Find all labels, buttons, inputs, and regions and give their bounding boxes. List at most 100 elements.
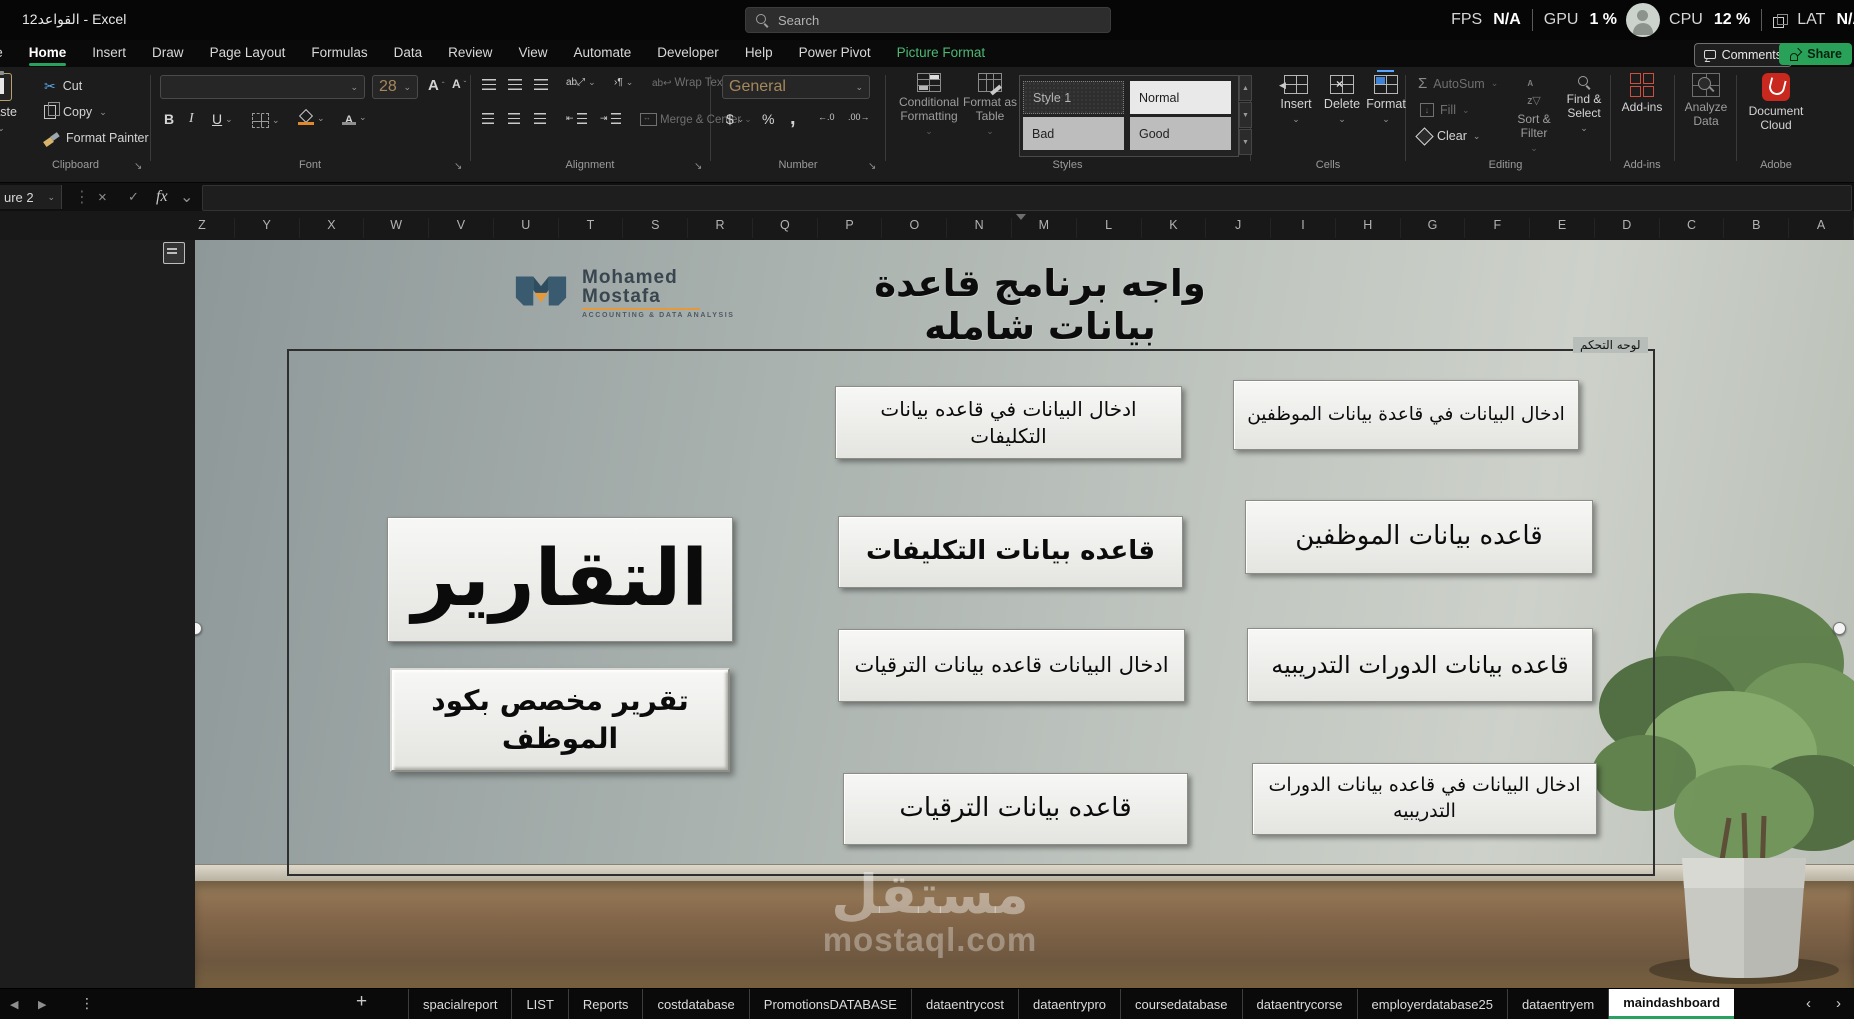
gallery-down-icon[interactable]: ▼ (1239, 102, 1252, 128)
column-header-Q[interactable]: Q (753, 218, 818, 238)
ribbon-tab-developer[interactable]: Developer (644, 40, 732, 67)
sheet-tab-dataentrypro[interactable]: dataentrypro (1019, 989, 1121, 1019)
wrap-text-button[interactable]: ab↩Wrap Text (652, 77, 726, 89)
tab-scroll-left-icon[interactable]: ‹ (1806, 995, 1811, 1012)
sheet-tab-list[interactable]: LIST (512, 989, 568, 1019)
column-header-E[interactable]: E (1530, 218, 1595, 238)
fill-button[interactable]: ↓ Fill⌄ (1420, 103, 1470, 117)
clear-button[interactable]: Clear⌄ (1418, 129, 1480, 143)
dashboard-button-col_left-2[interactable]: تقرير مخصص بكود الموظف (390, 668, 730, 772)
italic-button[interactable]: I (189, 111, 194, 127)
align-center-button[interactable] (508, 113, 520, 124)
dashboard-button-col_mid-4[interactable]: قاعده بيانات الترقيات (843, 773, 1188, 845)
align-bottom-button[interactable] (534, 79, 548, 90)
ribbon-tab-view[interactable]: View (505, 40, 560, 67)
column-header-P[interactable]: P (818, 218, 883, 238)
text-direction-button[interactable]: ›¶⌄ (614, 77, 633, 88)
share-button[interactable]: Share (1779, 43, 1852, 65)
column-header-H[interactable]: H (1336, 218, 1401, 238)
number-format-select[interactable]: General ⌄ (722, 75, 870, 99)
format-painter-button[interactable]: Format Painter (44, 131, 149, 145)
column-header-L[interactable]: L (1077, 218, 1142, 238)
column-header-F[interactable]: F (1465, 218, 1530, 238)
column-header-O[interactable]: O (882, 218, 947, 238)
decrease-indent-button[interactable]: ⇤ (566, 113, 587, 124)
format-as-table-button[interactable]: Format as Table⌄ (962, 73, 1018, 137)
column-header-Z[interactable]: Z (170, 218, 235, 238)
sheet-tab-maindashboard[interactable]: maindashboard (1609, 989, 1734, 1019)
format-cells-button[interactable]: Format⌄ (1362, 75, 1410, 125)
sheet-tab-promotionsdatabase[interactable]: PromotionsDATABASE (750, 989, 912, 1019)
column-header-V[interactable]: V (429, 218, 494, 238)
font-name-select[interactable]: ⌄ (160, 75, 365, 99)
insert-cells-button[interactable]: ◀Insert⌄ (1272, 75, 1320, 125)
sort-filter-button[interactable]: AZ▽ Sort & Filter⌄ (1510, 73, 1558, 154)
ribbon-tab-automate[interactable]: Automate (560, 40, 644, 67)
ribbon-tab-file[interactable]: File (0, 40, 16, 67)
chevron-down-icon[interactable]: ⌄ (180, 183, 193, 211)
sheet-tab-dataentrycorse[interactable]: dataentrycorse (1243, 989, 1358, 1019)
column-header-B[interactable]: B (1724, 218, 1789, 238)
autosum-button[interactable]: Σ AutoSum⌄ (1418, 75, 1498, 92)
column-header-D[interactable]: D (1595, 218, 1660, 238)
selection-handle-left[interactable] (195, 622, 202, 635)
orientation-button[interactable]: ab⤢⌄ (566, 77, 596, 88)
document-cloud-button[interactable]: Document Cloud (1742, 73, 1810, 132)
decrease-decimal-button[interactable]: .00→ (848, 113, 870, 122)
ribbon-tab-insert[interactable]: Insert (79, 40, 139, 67)
cancel-icon[interactable]: × (98, 183, 107, 211)
cell-style-bad[interactable]: Bad (1023, 117, 1124, 150)
ribbon-tab-review[interactable]: Review (435, 40, 505, 67)
dashboard-button-col_mid-1[interactable]: ادخال البيانات في قاعده بيانات التكليفات (835, 386, 1182, 459)
gallery-up-icon[interactable]: ▲ (1239, 75, 1252, 101)
gallery-more-icon[interactable]: ▼ (1239, 129, 1252, 155)
sheet-nav-menu-icon[interactable]: ⋮ (80, 995, 94, 1012)
comments-button[interactable]: Comments (1694, 43, 1792, 67)
comma-button[interactable]: , (790, 107, 796, 130)
column-header-R[interactable]: R (688, 218, 753, 238)
cell-style-normal[interactable]: Normal (1130, 81, 1231, 114)
clipboard-dialog-launcher[interactable]: ↘ (134, 161, 142, 172)
paste-button[interactable]: Paste ⌄ (0, 73, 32, 157)
ribbon-tab-home[interactable]: Home (16, 40, 80, 67)
copy-button[interactable]: Copy ⌄ (44, 105, 107, 119)
alignment-dialog-launcher[interactable]: ↘ (694, 161, 702, 172)
column-header-K[interactable]: K (1142, 218, 1207, 238)
ribbon-tab-draw[interactable]: Draw (139, 40, 197, 67)
dashboard-button-col_right-3[interactable]: قاعده بيانات الدورات التدريبيه (1247, 628, 1593, 702)
search-box[interactable]: Search (745, 7, 1111, 33)
dashboard-button-col_right-4[interactable]: ادخال البيانات في قاعده بيانات الدورات ا… (1252, 763, 1597, 835)
cut-button[interactable]: ✂ Cut (44, 79, 82, 93)
font-size-select[interactable]: 28 ⌄ (372, 75, 418, 99)
sheet-tab-reports[interactable]: Reports (569, 989, 644, 1019)
ribbon-tab-formulas[interactable]: Formulas (298, 40, 380, 67)
sheet-tab-employerdatabase25[interactable]: employerdatabase25 (1358, 989, 1508, 1019)
dashboard-button-col_right-2[interactable]: قاعده بيانات الموظفين (1245, 500, 1593, 574)
align-left-button[interactable] (482, 113, 494, 124)
column-header-A[interactable]: A (1789, 218, 1854, 238)
increase-font-button[interactable]: Aˆ (428, 77, 445, 94)
column-header-T[interactable]: T (559, 218, 624, 238)
column-header-N[interactable]: N (947, 218, 1012, 238)
conditional-formatting-button[interactable]: Conditional Formatting⌄ (896, 73, 962, 137)
font-color-button[interactable]: A⌄ (342, 110, 367, 125)
ribbon-tab-power-pivot[interactable]: Power Pivot (786, 40, 884, 67)
column-header-C[interactable]: C (1660, 218, 1725, 238)
number-dialog-launcher[interactable]: ↘ (868, 161, 876, 172)
column-header-S[interactable]: S (623, 218, 688, 238)
ribbon-tab-page-layout[interactable]: Page Layout (197, 40, 299, 67)
cell-style-style-1[interactable]: Style 1 (1023, 81, 1124, 114)
column-header-I[interactable]: I (1271, 218, 1336, 238)
align-top-button[interactable] (482, 79, 496, 90)
font-dialog-launcher[interactable]: ↘ (454, 161, 462, 172)
column-header-M[interactable]: M (1012, 218, 1077, 238)
find-select-button[interactable]: Find & Select⌄ (1560, 73, 1608, 134)
decrease-font-button[interactable]: Aˇ (452, 77, 466, 91)
column-header-W[interactable]: W (364, 218, 429, 238)
tab-scroll-right-icon[interactable]: › (1836, 995, 1841, 1012)
column-header-J[interactable]: J (1206, 218, 1271, 238)
dashboard-button-col_right-1[interactable]: ادخال البيانات في قاعدة بيانات الموظفين (1233, 380, 1579, 450)
column-header-U[interactable]: U (494, 218, 559, 238)
increase-indent-button[interactable]: ⇥ (600, 113, 621, 124)
column-header-Y[interactable]: Y (235, 218, 300, 238)
